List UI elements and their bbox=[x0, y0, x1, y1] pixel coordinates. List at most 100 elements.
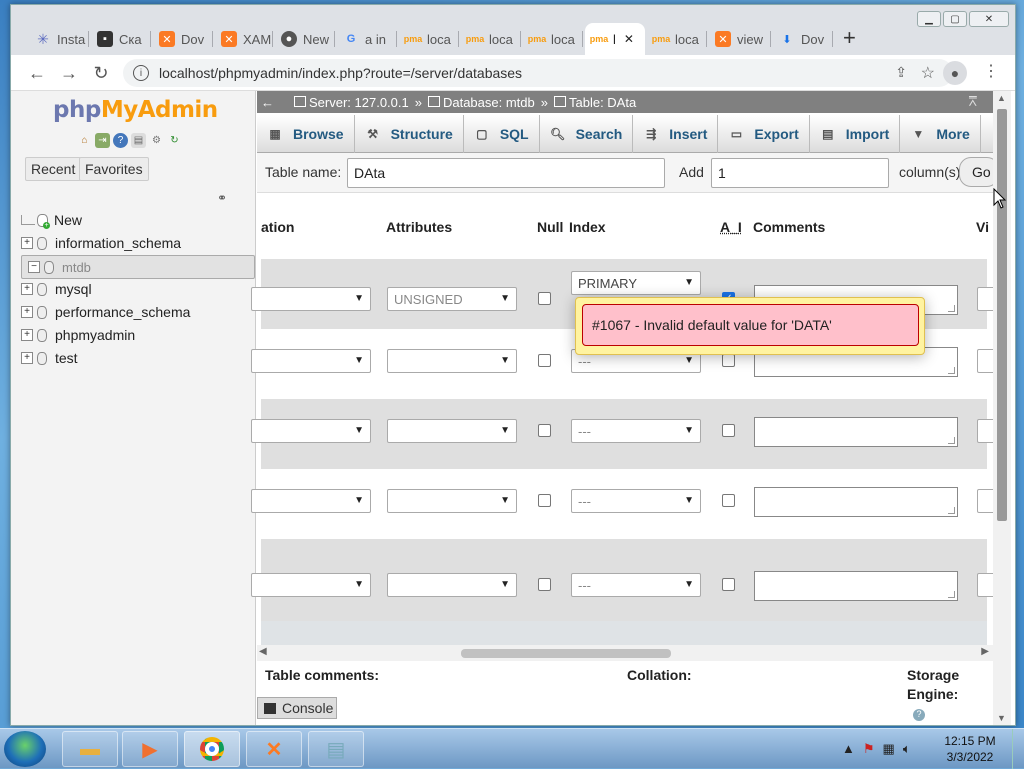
attributes-select[interactable]: ▼ bbox=[387, 349, 517, 373]
comments-textarea[interactable] bbox=[754, 571, 958, 601]
console-toggle[interactable]: Console bbox=[257, 697, 337, 719]
expand-icon[interactable]: − bbox=[28, 261, 40, 273]
browser-tab[interactable]: Ga in bbox=[337, 23, 397, 55]
expand-icon[interactable]: + bbox=[21, 306, 33, 318]
attributes-select[interactable]: ▼ bbox=[387, 573, 517, 597]
start-button[interactable] bbox=[4, 731, 46, 767]
xampp-taskbar-icon[interactable]: ✕ bbox=[246, 731, 302, 767]
forward-icon[interactable]: → bbox=[57, 61, 81, 85]
attributes-select[interactable]: ▼ bbox=[387, 419, 517, 443]
browser-tab[interactable]: ⬇ Dov bbox=[773, 23, 833, 55]
tab-search[interactable]: 🔍︎ Search bbox=[540, 115, 634, 153]
collation-select[interactable]: ▼ bbox=[251, 573, 371, 597]
back-icon[interactable]: ← bbox=[25, 61, 49, 85]
db-tree-item[interactable]: − mtdb bbox=[21, 255, 255, 279]
address-bar[interactable]: i localhost/phpmyadmin/index.php?route=/… bbox=[123, 59, 953, 87]
browser-tab[interactable]: ✳ Insta bbox=[29, 23, 89, 55]
attributes-select[interactable]: ▼ bbox=[387, 489, 517, 513]
collapse-top-icon[interactable]: ⩞ bbox=[968, 93, 977, 110]
index-select[interactable]: --- ▼ bbox=[571, 573, 701, 597]
link-with-main-panel-icon[interactable]: ⚭ bbox=[217, 191, 227, 205]
recent-button[interactable]: Recent bbox=[25, 157, 82, 181]
phpmyadmin-logo[interactable]: phpMyAdmin bbox=[53, 97, 218, 123]
breadcrumb-database[interactable]: Database: mtdb bbox=[443, 95, 535, 110]
tab-insert[interactable]: ⇶ Insert bbox=[633, 115, 719, 153]
clock[interactable]: 12:15 PM 3/3/2022 bbox=[938, 733, 1002, 765]
volume-icon[interactable]: 🔈︎ bbox=[903, 741, 911, 757]
vertical-scroll-thumb[interactable] bbox=[997, 109, 1007, 521]
tab-import[interactable]: ▤ Import bbox=[810, 115, 901, 153]
auto-increment-checkbox[interactable] bbox=[722, 424, 735, 437]
expand-icon[interactable]: + bbox=[21, 237, 33, 249]
media-player-taskbar-icon[interactable]: ▶ bbox=[122, 731, 178, 767]
collapse-nav-icon[interactable]: ← bbox=[261, 95, 274, 110]
network-icon[interactable]: ▦ bbox=[883, 741, 895, 757]
reload-nav-icon[interactable]: ↻ bbox=[167, 133, 182, 148]
vertical-scrollbar[interactable]: ▲ ▼ bbox=[993, 91, 1011, 725]
browser-tab[interactable]: ● New bbox=[275, 23, 335, 55]
browser-tab[interactable]: pma loca bbox=[523, 23, 583, 55]
null-checkbox[interactable] bbox=[538, 494, 551, 507]
scroll-left-icon[interactable]: ◀ bbox=[259, 646, 267, 657]
tab-browse[interactable]: ▦ Browse bbox=[257, 115, 355, 153]
collation-select[interactable]: ▼ bbox=[251, 419, 371, 443]
docs-icon[interactable]: ▤ bbox=[131, 133, 146, 148]
browser-tab[interactable]: pma l ✕ bbox=[585, 23, 645, 55]
auto-increment-checkbox[interactable] bbox=[722, 354, 735, 367]
logout-icon[interactable]: ⇥ bbox=[95, 133, 110, 148]
null-checkbox[interactable] bbox=[538, 354, 551, 367]
show-desktop-button[interactable] bbox=[1012, 729, 1024, 769]
index-select[interactable]: --- ▼ bbox=[571, 419, 701, 443]
horizontal-scrollbar[interactable]: ◀ ▶ bbox=[257, 645, 993, 661]
browser-tab[interactable]: pma loca bbox=[461, 23, 521, 55]
collation-select[interactable]: ▼ bbox=[251, 489, 371, 513]
expand-icon[interactable]: + bbox=[21, 283, 33, 295]
explorer-taskbar-icon[interactable]: ▬ bbox=[62, 731, 118, 767]
comments-textarea[interactable] bbox=[754, 417, 958, 447]
close-tab-icon[interactable]: ✕ bbox=[624, 32, 634, 46]
db-tree-item[interactable]: + performance_schema bbox=[21, 301, 255, 323]
expand-icon[interactable]: + bbox=[21, 329, 33, 341]
close-icon[interactable]: ✕ bbox=[969, 11, 1009, 27]
site-info-icon[interactable]: i bbox=[133, 65, 149, 81]
index-select[interactable]: PRIMARY ▼ bbox=[571, 271, 701, 295]
auto-increment-checkbox[interactable] bbox=[722, 494, 735, 507]
scroll-down-icon[interactable]: ▼ bbox=[997, 713, 1006, 723]
tab-export[interactable]: ▭ Export bbox=[718, 115, 810, 153]
tray-expand-icon[interactable]: ▲ bbox=[842, 741, 855, 757]
db-tree-item[interactable]: + mysql bbox=[21, 278, 255, 300]
horizontal-scroll-thumb[interactable] bbox=[461, 649, 671, 658]
storage-help-icon[interactable]: ? bbox=[913, 709, 925, 721]
action-center-icon[interactable]: ⚑ bbox=[863, 741, 875, 757]
db-tree-item[interactable]: + information_schema bbox=[21, 232, 255, 254]
db-tree-item[interactable]: + test bbox=[21, 347, 255, 369]
comments-textarea[interactable] bbox=[754, 487, 958, 517]
index-select[interactable]: --- ▼ bbox=[571, 489, 701, 513]
attributes-select[interactable]: UNSIGNED ▼ bbox=[387, 287, 517, 311]
share-icon[interactable]: ⇪ bbox=[895, 64, 907, 81]
notepad-taskbar-icon[interactable]: ▤ bbox=[308, 731, 364, 767]
collation-select[interactable]: ▼ bbox=[251, 287, 371, 311]
tab-more[interactable]: ▼ More bbox=[900, 115, 981, 153]
profile-icon[interactable]: ● bbox=[943, 61, 967, 85]
settings-gear-icon[interactable]: ⚙ bbox=[149, 133, 164, 148]
help-icon[interactable]: ? bbox=[113, 133, 128, 148]
db-tree-item[interactable]: + phpmyadmin bbox=[21, 324, 255, 346]
favorites-button[interactable]: Favorites bbox=[79, 157, 149, 181]
auto-increment-checkbox[interactable] bbox=[722, 578, 735, 591]
browser-tab[interactable]: ✕ view bbox=[709, 23, 771, 55]
null-checkbox[interactable] bbox=[538, 578, 551, 591]
breadcrumb-table[interactable]: Table: DAta bbox=[569, 95, 636, 110]
tab-structure[interactable]: ⚒ Structure bbox=[355, 115, 464, 153]
scroll-up-icon[interactable]: ▲ bbox=[997, 93, 1006, 103]
browser-tab[interactable]: ✕ Dov bbox=[153, 23, 213, 55]
expand-icon[interactable]: + bbox=[21, 352, 33, 364]
maximize-icon[interactable]: ▢ bbox=[943, 11, 967, 27]
breadcrumb-server[interactable]: Server: 127.0.0.1 bbox=[309, 95, 409, 110]
home-icon[interactable]: ⌂ bbox=[77, 133, 92, 148]
collation-select[interactable]: ▼ bbox=[251, 349, 371, 373]
new-tab-button[interactable]: + bbox=[843, 25, 856, 51]
browser-tab[interactable]: pma loca bbox=[399, 23, 459, 55]
minimize-icon[interactable]: ▁ bbox=[917, 11, 941, 27]
browser-tab[interactable]: pma loca bbox=[647, 23, 707, 55]
